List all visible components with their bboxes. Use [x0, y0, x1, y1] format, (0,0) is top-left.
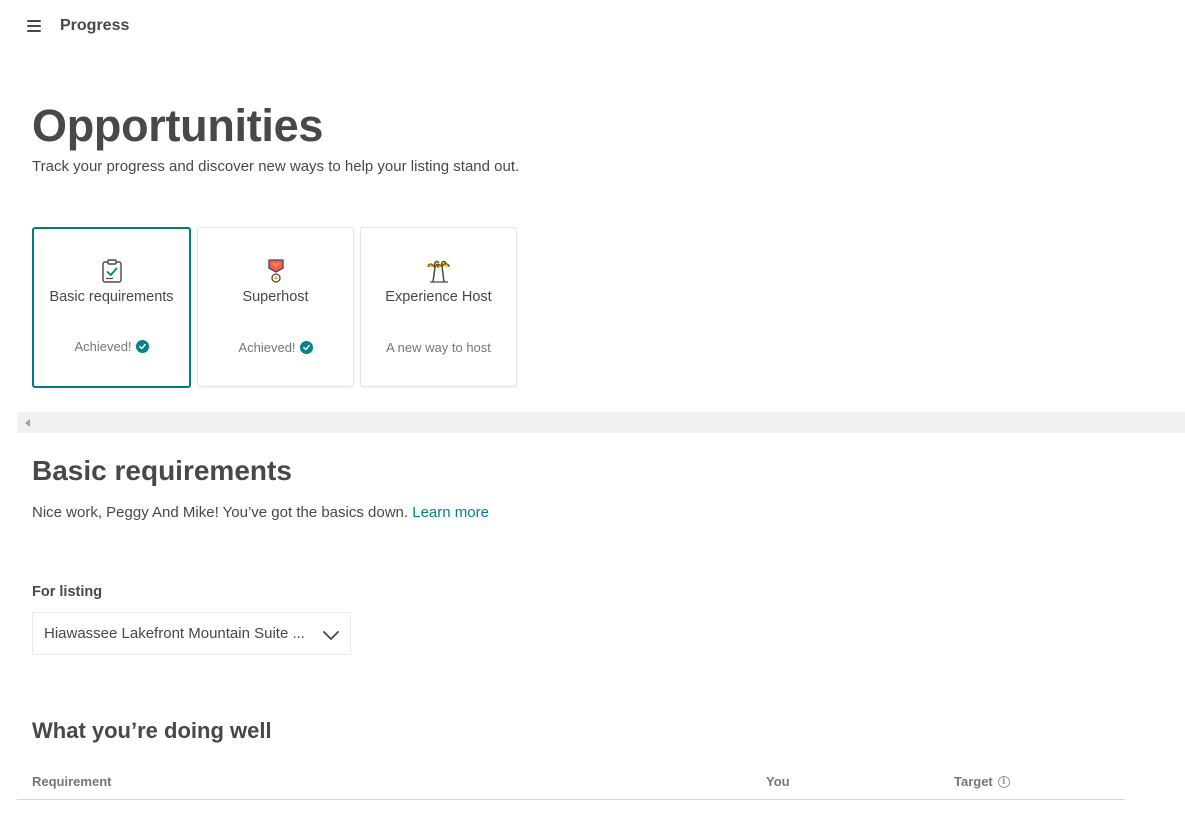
card-title: Basic requirements: [49, 289, 174, 305]
horizontal-scrollbar[interactable]: [17, 412, 1185, 433]
page-title: Opportunities: [32, 100, 324, 151]
card-superhost[interactable]: Superhost Achieved!: [197, 227, 354, 387]
hamburger-icon[interactable]: [27, 20, 41, 32]
card-title: Superhost: [242, 289, 309, 305]
clipboard-check-icon: [101, 259, 122, 283]
card-status: Achieved!: [198, 340, 353, 355]
card-status: A new way to host: [361, 340, 516, 355]
scroll-left-arrow-icon[interactable]: [25, 419, 30, 427]
card-title: Experience Host: [385, 289, 492, 305]
check-circle-icon: [135, 340, 149, 353]
column-header-you: You: [766, 774, 790, 789]
top-bar: Progress: [27, 14, 129, 38]
topbar-title: Progress: [60, 17, 130, 34]
card-status-text: A new way to host: [386, 340, 491, 355]
card-experience-host[interactable]: Experience Host A new way to host: [360, 227, 517, 387]
column-header-target-label: Target: [954, 774, 993, 789]
check-circle-icon: [299, 341, 313, 354]
chevron-down-icon: [323, 631, 339, 640]
learn-more-link[interactable]: Learn more: [412, 504, 489, 521]
column-header-target: Target i: [954, 774, 1010, 789]
section-description: Nice work, Peggy And Mike! You’ve got th…: [32, 504, 489, 521]
card-status: Achieved!: [34, 339, 189, 354]
section-description-text: Nice work, Peggy And Mike! You’ve got th…: [32, 504, 409, 521]
listing-label: For listing: [32, 584, 103, 600]
section-title: Basic requirements: [32, 455, 292, 486]
progress-page: Progress Opportunities Track your progre…: [0, 0, 1185, 814]
doing-well-title: What you’re doing well: [32, 718, 272, 743]
palm-trees-icon: [426, 260, 450, 283]
page-subtitle: Track your progress and discover new way…: [32, 158, 520, 175]
listing-select-value: Hiawassee Lakefront Mountain Suite ...: [44, 625, 305, 642]
superhost-medal-icon: [267, 259, 284, 283]
info-icon[interactable]: i: [997, 775, 1010, 788]
card-status-text: Achieved!: [238, 340, 296, 355]
card-status-text: Achieved!: [74, 339, 132, 354]
card-basic-requirements[interactable]: Basic requirements Achieved!: [32, 227, 191, 388]
requirements-table-header: Requirement You Target i: [17, 770, 1125, 800]
column-header-requirement: Requirement: [32, 774, 112, 789]
opportunity-cards: Basic requirements Achieved! Superhost A…: [32, 227, 517, 388]
listing-select[interactable]: Hiawassee Lakefront Mountain Suite ...: [32, 612, 351, 655]
